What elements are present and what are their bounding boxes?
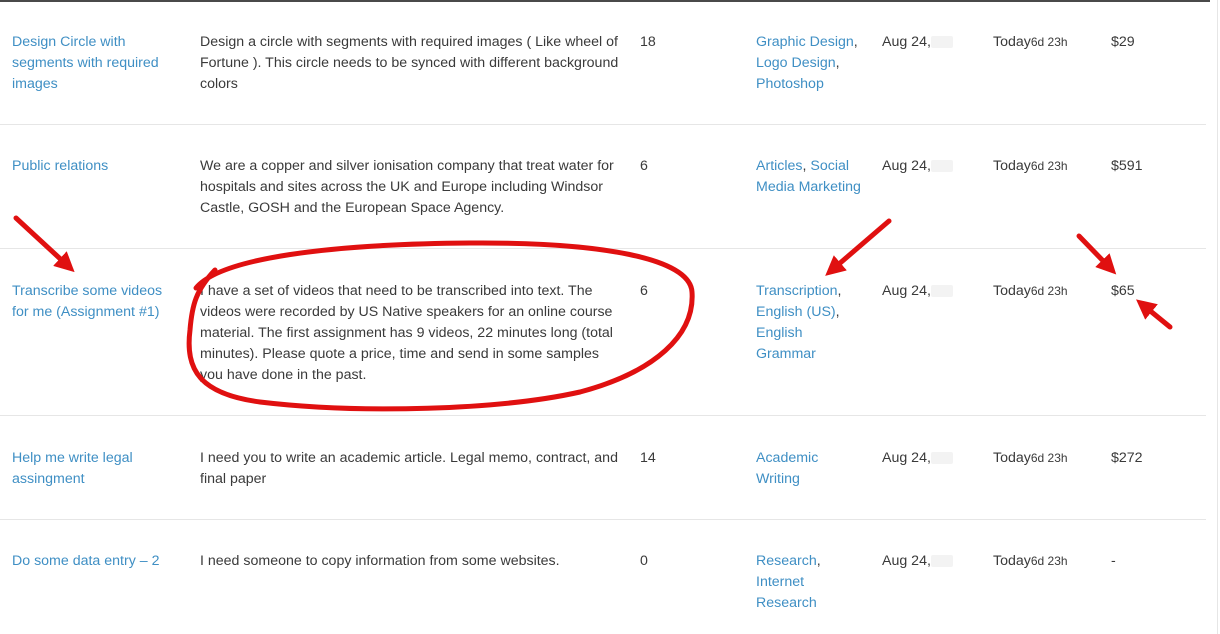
project-title-link[interactable]: Help me write legal assingment <box>12 448 182 490</box>
project-listing-page: Design Circle with segments with require… <box>0 0 1220 634</box>
budget: $272 <box>1111 450 1143 466</box>
project-description: I have a set of videos that need to be t… <box>200 283 613 383</box>
posted-date: Aug 24, <box>882 551 962 572</box>
right-border <box>1217 0 1218 634</box>
skill-link[interactable]: Internet Research <box>756 574 817 611</box>
time-remaining: Today6d 23h <box>993 283 1068 299</box>
bid-count: 14 <box>640 450 656 466</box>
skills-list: Transcription, English (US), English Gra… <box>756 283 842 362</box>
time-remaining: Today6d 23h <box>993 553 1068 569</box>
project-description: I need someone to copy information from … <box>200 553 560 569</box>
skill-link[interactable]: Graphic Design <box>756 34 854 50</box>
project-description: We are a copper and silver ionisation co… <box>200 158 614 216</box>
skill-link[interactable]: English (US) <box>756 304 836 320</box>
bid-count: 18 <box>640 34 656 50</box>
table-row: Help me write legal assingment I need yo… <box>0 448 1206 520</box>
project-title-link[interactable]: Public relations <box>12 156 182 177</box>
skill-link[interactable]: Photoshop <box>756 76 824 92</box>
time-remaining: Today6d 23h <box>993 158 1068 174</box>
table-row: Do some data entry – 2 I need someone to… <box>0 551 1206 634</box>
top-border <box>0 0 1210 2</box>
posted-date: Aug 24, <box>882 281 962 302</box>
budget: $65 <box>1111 283 1135 299</box>
skill-link[interactable]: Logo Design <box>756 55 836 71</box>
skill-link[interactable]: English Grammar <box>756 325 816 362</box>
budget: $29 <box>1111 34 1135 50</box>
time-remaining: Today6d 23h <box>993 34 1068 50</box>
skills-list: Articles, Social Media Marketing <box>756 158 861 195</box>
skill-link[interactable]: Research <box>756 553 817 569</box>
table-row: Design Circle with segments with require… <box>0 32 1206 125</box>
bid-count: 6 <box>640 283 648 299</box>
table-row: Transcribe some videos for me (Assignmen… <box>0 281 1206 416</box>
skill-link[interactable]: Academic Writing <box>756 450 818 487</box>
budget: $591 <box>1111 158 1143 174</box>
skills-list: Academic Writing <box>756 448 866 490</box>
posted-date: Aug 24, <box>882 448 962 469</box>
bid-count: 0 <box>640 553 648 569</box>
posted-date: Aug 24, <box>882 156 962 177</box>
project-title-link[interactable]: Transcribe some videos for me (Assignmen… <box>12 281 182 323</box>
project-description: I need you to write an academic article.… <box>200 450 618 487</box>
skills-list: Graphic Design, Logo Design, Photoshop <box>756 34 858 92</box>
budget: - <box>1111 553 1116 569</box>
project-title-link[interactable]: Do some data entry – 2 <box>12 551 182 572</box>
project-description: Design a circle with segments with requi… <box>200 34 619 92</box>
posted-date: Aug 24, <box>882 32 962 53</box>
time-remaining: Today6d 23h <box>993 450 1068 466</box>
project-title-link[interactable]: Design Circle with segments with require… <box>12 32 182 95</box>
skills-list: Research, Internet Research <box>756 553 821 611</box>
bid-count: 6 <box>640 158 648 174</box>
table-row: Public relations We are a copper and sil… <box>0 156 1206 249</box>
skill-link[interactable]: Transcription <box>756 283 837 299</box>
skill-link[interactable]: Articles <box>756 158 803 174</box>
